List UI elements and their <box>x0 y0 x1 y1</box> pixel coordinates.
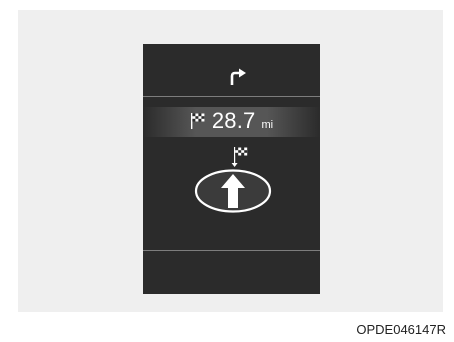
instrument-cluster-display: 28.7 mi <box>143 44 320 294</box>
destination-flag-icon <box>231 147 248 167</box>
turn-right-arrow-icon <box>230 68 246 85</box>
distance-to-destination: 28.7 mi <box>143 108 320 134</box>
checkered-flag-icon <box>190 113 205 129</box>
top-divider <box>143 96 320 97</box>
bottom-divider <box>143 250 320 251</box>
straight-arrow-icon <box>194 169 272 213</box>
figure-code-caption: OPDE046147R <box>356 322 446 337</box>
distance-unit: mi <box>261 119 274 131</box>
cluster-footer <box>143 254 320 294</box>
next-turn-section <box>143 44 320 96</box>
distance-value: 28.7 <box>211 108 256 133</box>
